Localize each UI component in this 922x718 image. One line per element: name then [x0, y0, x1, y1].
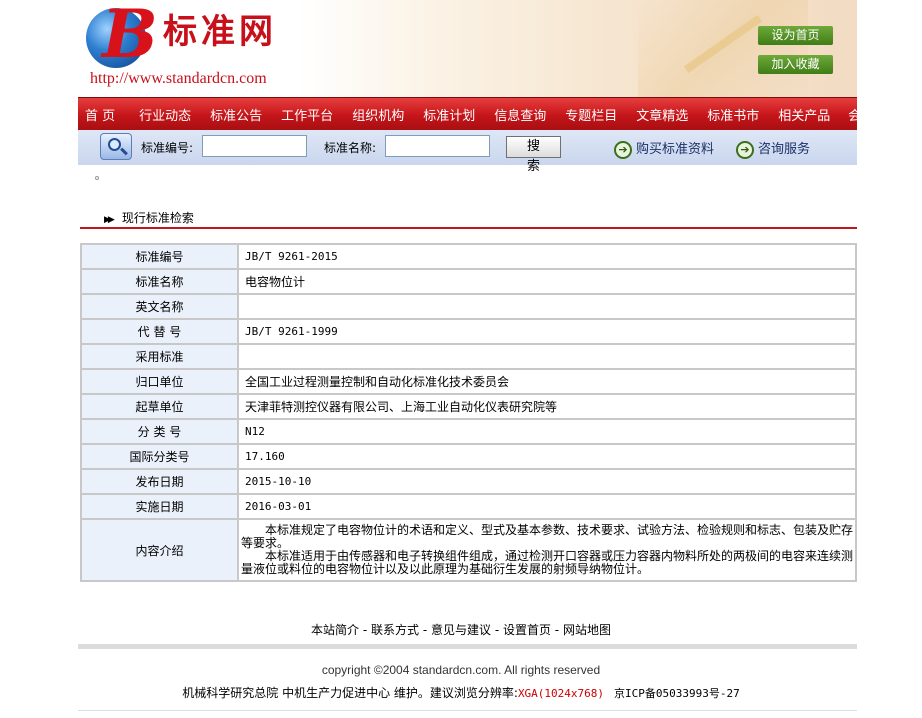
field-value: 2015-10-10: [239, 470, 855, 493]
field-value: 17.160: [239, 445, 855, 468]
maintainer-label: 机械科学研究总院 中机生产力促进中心 维护。建议浏览分辨率:: [182, 686, 518, 700]
footer-links: 本站简介 - 联系方式 - 意见与建议 - 设置首页 - 网站地图: [0, 621, 922, 638]
standard-name-label: 标准名称:: [324, 141, 377, 155]
field-label: 标准名称: [82, 270, 237, 293]
nav-item[interactable]: 相关产品: [778, 105, 830, 124]
table-row: 起草单位 天津菲特测控仪器有限公司、上海工业自动化仪表研究院等: [82, 395, 855, 418]
nav-item[interactable]: 组织机构: [352, 105, 404, 124]
footer-divider: [78, 644, 857, 649]
standard-code-label: 标准编号:: [141, 141, 194, 155]
buy-standards-link[interactable]: ➔ 购买标准资料: [614, 138, 714, 159]
field-value: 天津菲特测控仪器有限公司、上海工业自动化仪表研究院等: [239, 395, 855, 418]
arrow-circle-icon: ➔: [614, 140, 632, 159]
intro-paragraph: 本标准规定了电容物位计的术语和定义、型式及基本参数、技术要求、试验方法、检验规则…: [241, 523, 854, 550]
arrow-circle-icon: ➔: [736, 140, 754, 159]
field-label: 国际分类号: [82, 445, 237, 468]
table-row: 实施日期 2016-03-01: [82, 495, 855, 518]
field-label: 英文名称: [82, 295, 237, 318]
spacer-dot: [95, 176, 99, 180]
link-separator: -: [419, 623, 431, 637]
field-value: N12: [239, 420, 855, 443]
field-label: 内容介绍: [82, 520, 237, 580]
field-value: JB/T 9261-2015: [239, 245, 855, 268]
section-title-text: 现行标准检索: [121, 211, 194, 225]
nav-item[interactable]: 信息查询: [494, 105, 546, 124]
section-divider: [80, 227, 857, 229]
field-label: 实施日期: [82, 495, 237, 518]
footer-link[interactable]: 本站简介: [311, 623, 359, 637]
search-button[interactable]: 搜 索: [506, 136, 561, 174]
search-icon: [100, 133, 132, 160]
nav-item[interactable]: 标准书市: [707, 105, 759, 124]
site-header: B 标准网 http://www.standardcn.com 设为首页 加入收…: [78, 0, 857, 97]
field-label: 分 类 号: [82, 420, 237, 443]
site-url[interactable]: http://www.standardcn.com: [90, 70, 267, 88]
set-homepage-button[interactable]: 设为首页: [758, 26, 833, 45]
resolution-text: XGA(1024x768): [517, 687, 605, 700]
main-nav: 首 页 行业动态 标准公告 工作平台 组织机构 标准计划 信息查询 专题栏目 文章精选 标准书市相…: [78, 97, 900, 130]
field-value: JB/T 9261-1999: [239, 320, 855, 343]
link-separator: -: [491, 623, 503, 637]
standard-detail-table: 标准编号 JB/T 9261-2015 标准名称 电容物位计 英文名称代 替 号 JB/T…: [80, 243, 857, 582]
icp-number[interactable]: 京ICP备05033993号-27: [614, 687, 740, 700]
table-row: 归口单位 全国工业过程测量控制和自动化标准化技术委员会: [82, 370, 855, 393]
field-label: 归口单位: [82, 370, 237, 393]
content-intro: 本标准规定了电容物位计的术语和定义、型式及基本参数、技术要求、试验方法、检验规则…: [239, 520, 855, 580]
table-row: 标准名称 电容物位计: [82, 270, 855, 293]
field-value: [239, 345, 855, 368]
standard-code-input[interactable]: [202, 135, 307, 157]
table-row: 代 替 号 JB/T 9261-1999: [82, 320, 855, 343]
field-value: 2016-03-01: [239, 495, 855, 518]
nav-item[interactable]: 首 页: [85, 105, 115, 124]
footer-link[interactable]: 设置首页: [503, 623, 551, 637]
table-row: 分 类 号 N12: [82, 420, 855, 443]
link-separator: -: [359, 623, 371, 637]
field-label: 发布日期: [82, 470, 237, 493]
field-value: 电容物位计: [239, 270, 855, 293]
consulting-label: 咨询服务: [758, 142, 811, 157]
footer-link[interactable]: 联系方式: [371, 623, 419, 637]
table-row: 采用标准: [82, 345, 855, 368]
nav-item[interactable]: 专题栏目: [565, 105, 617, 124]
consulting-link[interactable]: ➔ 咨询服务: [736, 138, 810, 159]
maintainer-text: 机械科学研究总院 中机生产力促进中心 维护。建议浏览分辨率:XGA(1024x7…: [0, 684, 922, 701]
field-label: 采用标准: [82, 345, 237, 368]
nav-item[interactable]: 工作平台: [281, 105, 333, 124]
table-row: 内容介绍 本标准规定了电容物位计的术语和定义、型式及基本参数、技术要求、试验方法、…: [82, 520, 855, 580]
field-label: 标准编号: [82, 245, 237, 268]
bottom-line: [78, 710, 857, 711]
nav-item[interactable]: 会议直播: [848, 105, 900, 124]
table-row: 标准编号 JB/T 9261-2015: [82, 245, 855, 268]
logo-text[interactable]: 标准网: [163, 12, 277, 52]
field-value: 全国工业过程测量控制和自动化标准化技术委员会: [239, 370, 855, 393]
footer-link[interactable]: 意见与建议: [431, 623, 491, 637]
intro-paragraph: 本标准适用于由传感器和电子转换组件组成，通过检测开口容器或压力容器内物料所处的两…: [241, 549, 854, 576]
double-arrow-icon: ▶▶: [104, 215, 115, 225]
table-row: 发布日期 2015-10-10: [82, 470, 855, 493]
add-favorite-button[interactable]: 加入收藏: [758, 55, 833, 74]
footer-link[interactable]: 网站地图: [563, 623, 611, 637]
copyright-text: copyright ©2004 standardcn.com. All righ…: [321, 663, 601, 677]
field-value: [239, 295, 855, 318]
buy-standards-label: 购买标准资料: [636, 142, 715, 157]
table-row: 英文名称: [82, 295, 855, 318]
standard-name-input[interactable]: [385, 135, 490, 157]
link-separator: -: [550, 623, 563, 637]
search-bar: 标准编号: 标准名称: 搜 索 ➔ 购买标准资料 ➔ 咨询服务: [78, 130, 857, 174]
table-row: 国际分类号 17.160: [82, 445, 855, 468]
section-title: ▶▶ 现行标准检索: [104, 209, 194, 226]
logo-letter: B: [102, 0, 158, 73]
field-label: 起草单位: [82, 395, 237, 418]
nav-item[interactable]: 标准公告: [210, 105, 262, 124]
nav-item[interactable]: 文章精选: [636, 105, 688, 124]
nav-item[interactable]: 行业动态: [139, 105, 191, 124]
nav-item[interactable]: 标准计划: [423, 105, 475, 124]
field-label: 代 替 号: [82, 320, 237, 343]
